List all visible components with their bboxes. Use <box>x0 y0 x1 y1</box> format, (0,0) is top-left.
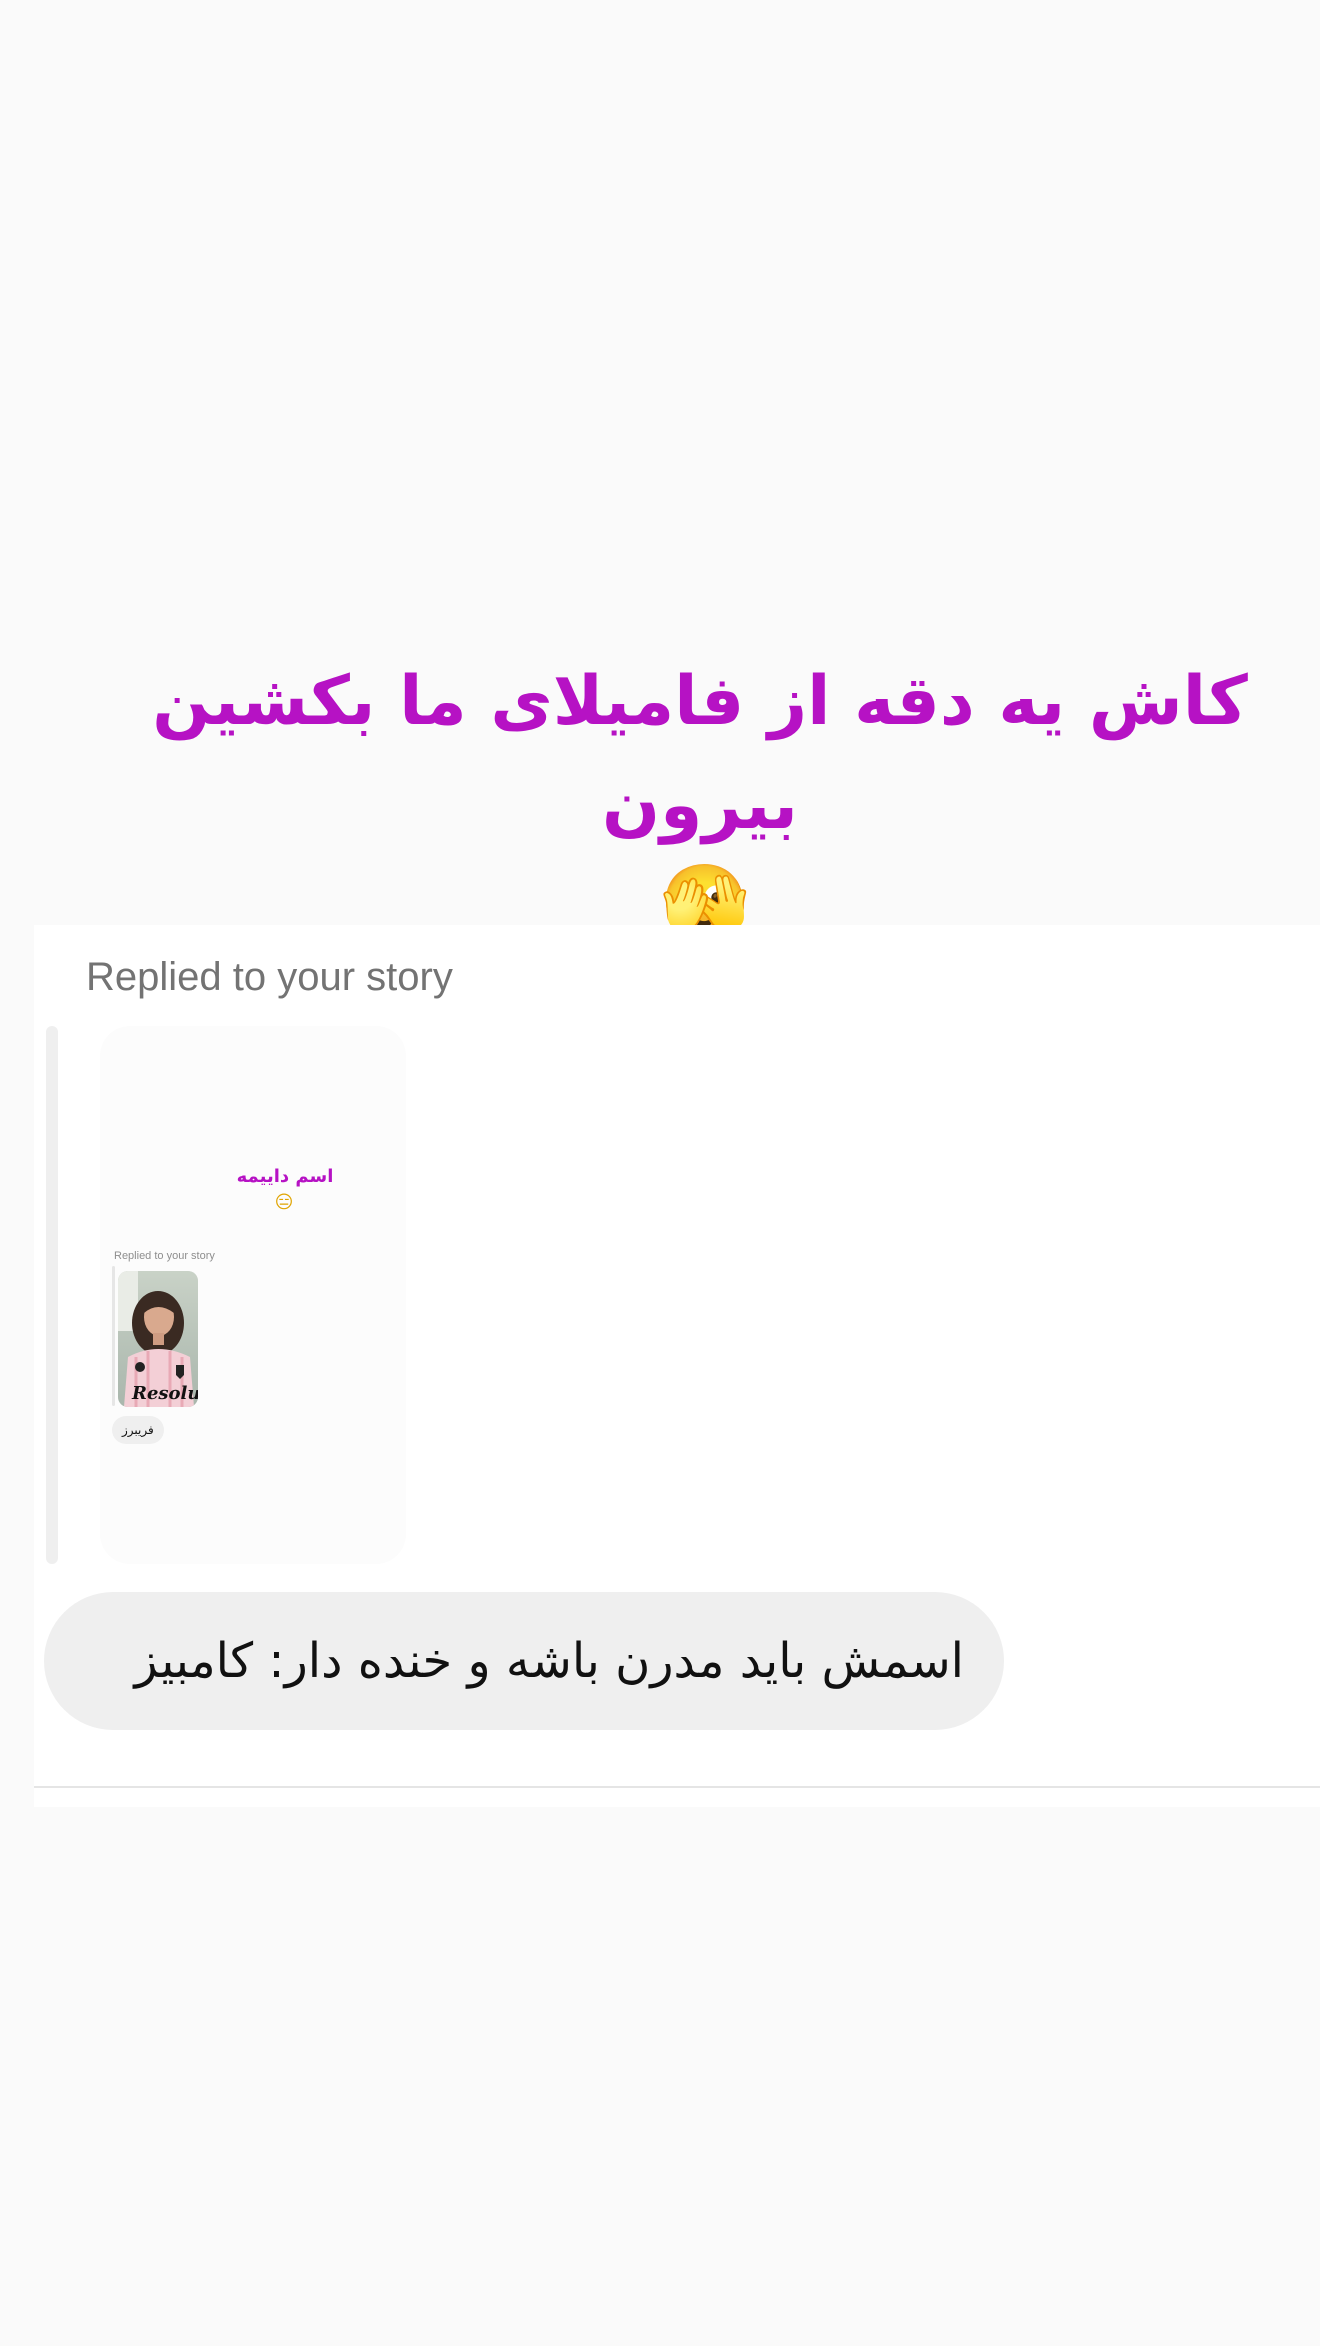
story-headline: کاش یه دقه از فامیلای ما بکشین بیرون <box>152 662 1248 845</box>
woman-photo-icon: Resolu <box>118 1271 198 1407</box>
story-photo: Resolu <box>118 1271 198 1407</box>
svg-text:Resolu: Resolu <box>131 1383 198 1404</box>
reply-card: Replied to your story اسم دایيمه 😑 Repli… <box>34 925 1320 1807</box>
story-thumbnail[interactable]: اسم دایيمه 😑 Replied to your story Resol… <box>100 1026 406 1564</box>
thumbnail-quote-bar <box>112 1266 115 1406</box>
thumbnail-message-bubble: فریبرز <box>112 1416 164 1444</box>
thumbnail-story-text: اسم دایيمه <box>236 1166 334 1187</box>
replied-to-story-label: Replied to your story <box>86 955 453 999</box>
quote-bar <box>46 1026 58 1564</box>
divider <box>34 1786 1320 1788</box>
message-bubble[interactable]: اسمش باید مدرن باشه و خنده دار: کامبیز <box>44 1592 1004 1730</box>
expressionless-emoji-icon: 😑 <box>274 1192 294 1213</box>
thumbnail-replied-label: Replied to your story <box>114 1250 215 1262</box>
message-text: اسمش باید مدرن باشه و خنده دار: کامبیز <box>134 1633 965 1689</box>
